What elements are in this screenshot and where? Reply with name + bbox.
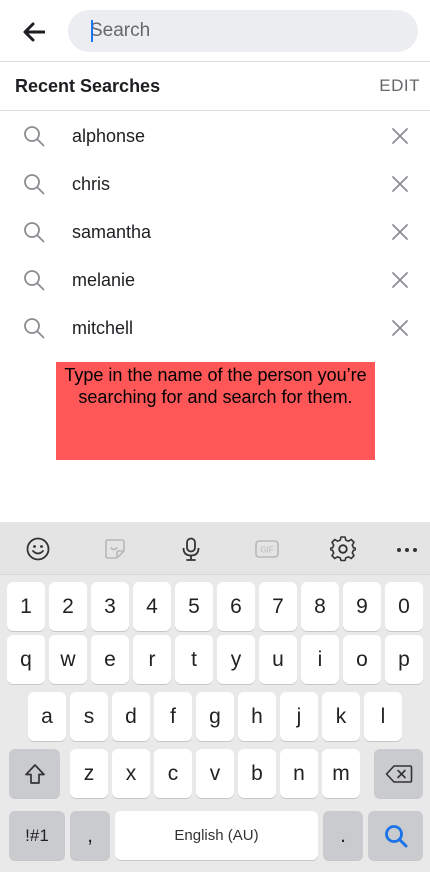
backspace-key[interactable] <box>374 749 423 798</box>
recent-searches-list: alphonse chris samantha melanie mitchell <box>0 112 430 352</box>
key-r[interactable]: r <box>133 635 171 684</box>
key-w[interactable]: w <box>49 635 87 684</box>
text-cursor <box>91 20 93 42</box>
key-m[interactable]: m <box>322 749 360 798</box>
recent-search-label: mitchell <box>72 318 134 338</box>
emoji-icon <box>26 537 50 561</box>
recent-searches-header: Recent Searches EDIT <box>0 62 430 111</box>
emoji-button[interactable] <box>25 536 51 562</box>
key-7[interactable]: 7 <box>259 582 297 631</box>
key-6[interactable]: 6 <box>217 582 255 631</box>
recent-searches-title: Recent Searches <box>15 76 161 96</box>
key-h[interactable]: h <box>238 692 276 741</box>
key-2[interactable]: 2 <box>49 582 87 631</box>
backspace-icon <box>385 764 412 783</box>
key-t[interactable]: t <box>175 635 213 684</box>
search-icon <box>24 126 45 147</box>
key-n[interactable]: n <box>280 749 318 798</box>
key-x[interactable]: x <box>112 749 150 798</box>
key-l[interactable]: l <box>364 692 402 741</box>
key-0[interactable]: 0 <box>385 582 423 631</box>
symbols-mode-key[interactable]: !#1 <box>9 811 65 860</box>
gif-button[interactable]: GIF <box>254 536 280 562</box>
space-bar[interactable]: English (AU) <box>115 811 318 860</box>
on-screen-keyboard: GIF 1 2 3 4 5 6 7 8 9 0 q w e r t y u i … <box>0 522 430 872</box>
key-8[interactable]: 8 <box>301 582 339 631</box>
svg-text:GIF: GIF <box>260 546 273 555</box>
voice-input-button[interactable] <box>178 536 204 562</box>
key-y[interactable]: y <box>217 635 255 684</box>
key-9[interactable]: 9 <box>343 582 381 631</box>
close-icon[interactable] <box>388 316 412 340</box>
recent-search-label: melanie <box>72 270 136 290</box>
key-d[interactable]: d <box>112 692 150 741</box>
arrow-left-icon <box>23 22 45 42</box>
key-u[interactable]: u <box>259 635 297 684</box>
key-o[interactable]: o <box>343 635 381 684</box>
more-icon <box>397 548 417 552</box>
shift-key[interactable] <box>9 749 60 798</box>
edit-button[interactable]: EDIT <box>379 76 420 96</box>
key-v[interactable]: v <box>196 749 234 798</box>
key-4[interactable]: 4 <box>133 582 171 631</box>
search-icon <box>24 222 45 243</box>
key-e[interactable]: e <box>91 635 129 684</box>
recent-search-item-mitchell[interactable]: mitchell <box>0 304 430 352</box>
search-icon <box>384 824 407 847</box>
back-button[interactable] <box>16 14 52 50</box>
search-input[interactable] <box>90 20 418 42</box>
recent-search-item-melanie[interactable]: melanie <box>0 256 430 304</box>
key-c[interactable]: c <box>154 749 192 798</box>
close-icon[interactable] <box>388 124 412 148</box>
search-key[interactable] <box>368 811 423 860</box>
key-q[interactable]: q <box>7 635 45 684</box>
key-s[interactable]: s <box>70 692 108 741</box>
recent-search-label: alphonse <box>72 126 146 146</box>
search-icon <box>24 174 45 195</box>
keyboard-settings-button[interactable] <box>330 536 356 562</box>
instruction-callout: Type in the name of the person you’re se… <box>56 362 375 460</box>
key-g[interactable]: g <box>196 692 234 741</box>
keyboard-toolbar: GIF <box>0 522 430 575</box>
search-header <box>0 0 430 62</box>
close-icon[interactable] <box>388 172 412 196</box>
key-i[interactable]: i <box>301 635 339 684</box>
close-icon[interactable] <box>388 268 412 292</box>
close-icon[interactable] <box>388 220 412 244</box>
key-a[interactable]: a <box>28 692 66 741</box>
microphone-icon <box>182 537 200 561</box>
recent-search-item-chris[interactable]: chris <box>0 160 430 208</box>
sticker-icon <box>105 539 125 559</box>
sticker-button[interactable] <box>102 536 128 562</box>
recent-search-item-samantha[interactable]: samantha <box>0 208 430 256</box>
recent-search-label: chris <box>72 174 111 194</box>
recent-search-item-alphonse[interactable]: alphonse <box>0 112 430 160</box>
key-j[interactable]: j <box>280 692 318 741</box>
search-field[interactable] <box>68 10 418 52</box>
key-z[interactable]: z <box>70 749 108 798</box>
gif-icon: GIF <box>255 540 279 558</box>
key-5[interactable]: 5 <box>175 582 213 631</box>
key-b[interactable]: b <box>238 749 276 798</box>
search-icon <box>24 270 45 291</box>
settings-icon <box>330 536 356 562</box>
recent-search-label: samantha <box>72 222 152 242</box>
key-p[interactable]: p <box>385 635 423 684</box>
key-3[interactable]: 3 <box>91 582 129 631</box>
more-options-button[interactable] <box>394 536 420 562</box>
key-k[interactable]: k <box>322 692 360 741</box>
period-key[interactable]: . <box>323 811 363 860</box>
key-1[interactable]: 1 <box>7 582 45 631</box>
search-icon <box>24 318 45 339</box>
key-f[interactable]: f <box>154 692 192 741</box>
comma-key[interactable]: , <box>70 811 110 860</box>
shift-icon <box>24 763 45 784</box>
